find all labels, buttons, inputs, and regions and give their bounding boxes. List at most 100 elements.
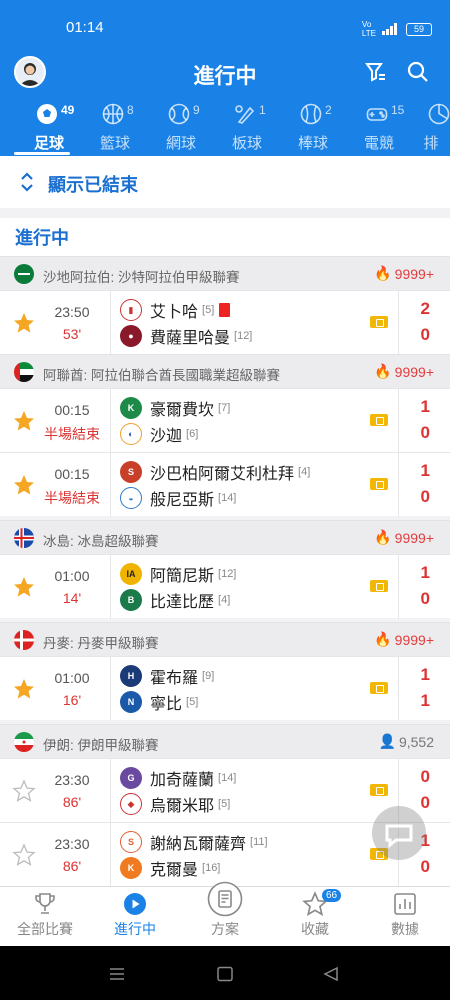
away-team: B 比達比歷 [4] [120, 588, 230, 612]
tab-soccer[interactable]: 49 足球 [16, 100, 82, 153]
nav-favorites[interactable]: 66 收藏 [270, 887, 360, 947]
signal-icon [382, 23, 400, 35]
favorite-star-icon[interactable] [12, 779, 36, 803]
team-name: 比達比歷 [150, 594, 215, 611]
show-finished-toggle[interactable]: 顯示已結束 [0, 156, 450, 208]
chat-bubble-icon [385, 824, 413, 849]
live-video-icon[interactable] [370, 316, 388, 328]
tab-baseball[interactable]: 2 棒球 [280, 100, 346, 153]
nav-live[interactable]: 進行中 [90, 887, 180, 947]
menu-icon[interactable] [108, 966, 126, 982]
live-video-icon[interactable] [370, 580, 388, 592]
tab-label: 網球 [165, 135, 196, 152]
home-team: S 謝納瓦爾薩齊 [11] [120, 830, 268, 854]
team-rank: [11] [250, 836, 268, 848]
live-video-icon[interactable] [370, 682, 388, 694]
divider [398, 453, 399, 517]
team-logo: N [120, 691, 142, 713]
team-logo: K [120, 397, 142, 419]
nav-label: 數據 [391, 921, 419, 937]
match-row[interactable]: 01:00 14' IA 阿簡尼斯 [12] B 比達比歷 [4] 1 0 [0, 554, 450, 619]
heat-value: 9999+ [394, 265, 434, 282]
team-logo: H [120, 665, 142, 687]
team-logo: G [120, 767, 142, 789]
volleyball-icon [428, 103, 450, 125]
league-header[interactable]: 丹麥: 丹麥甲級聯賽 🔥 9999+ [0, 622, 450, 656]
match-minute: 86' [62, 858, 82, 874]
floating-action-button[interactable] [372, 806, 426, 860]
active-tab-indicator [14, 152, 70, 155]
favorite-star-icon[interactable] [12, 843, 36, 867]
match-row[interactable]: 00:15 半場結束 S 沙巴柏阿爾艾利杜拜 [4] ◒ 般尼亞斯 [14] 1… [0, 452, 450, 517]
search-icon[interactable] [406, 60, 430, 89]
tab-basketball[interactable]: 8 籃球 [82, 100, 148, 153]
league-header[interactable]: 伊朗: 伊朗甲級聯賽 👤 9,552 [0, 724, 450, 758]
league-name: 丹麥: 丹麥甲級聯賽 [43, 636, 159, 651]
show-finished-label: 顯示已結束 [48, 175, 138, 195]
tab-count: 2 [325, 103, 332, 117]
tab-count: 49 [61, 103, 75, 117]
heat-value: 9999+ [394, 529, 434, 546]
team-rank: [5] [218, 798, 231, 810]
heat-count: 🔥 9999+ [374, 363, 434, 380]
nav-all-matches[interactable]: 全部比賽 [0, 887, 90, 947]
league-header[interactable]: 沙地阿拉伯: 沙特阿拉伯甲級聯賽 🔥 9999+ [0, 256, 450, 290]
live-video-icon[interactable] [370, 784, 388, 796]
document-icon [207, 881, 243, 917]
favorite-star-icon[interactable] [12, 311, 36, 335]
team-name: 烏爾米耶 [150, 798, 215, 815]
heat-value: 9999+ [394, 631, 434, 648]
away-score: 0 [420, 423, 430, 442]
match-time: 01:00 [54, 568, 90, 584]
home-team: G 加奇薩蘭 [14] [120, 766, 236, 790]
tab-volleyball[interactable]: 排 [412, 100, 450, 153]
favorite-star-icon[interactable] [12, 677, 36, 701]
match-minute: 14' [62, 590, 82, 606]
uae-flag-icon [14, 362, 34, 382]
team-logo: ● [120, 325, 142, 347]
away-team: ◐ 沙迦 [6] [120, 422, 198, 446]
favorite-star-icon[interactable] [12, 409, 36, 433]
nav-label: 收藏 [301, 921, 329, 937]
back-icon[interactable] [322, 966, 340, 982]
away-team: ◆ 烏爾米耶 [5] [120, 792, 230, 816]
match-row[interactable]: 23:50 53' ▮ 艾卜哈 [5] ● 費薩里哈曼 [12] 2 0 [0, 290, 450, 355]
league-header[interactable]: 冰島: 冰島超級聯賽 🔥 9999+ [0, 520, 450, 554]
match-minute: 半場結束 [44, 426, 100, 442]
live-video-icon[interactable] [370, 478, 388, 490]
match-minute: 53' [62, 326, 82, 342]
away-team: ● 費薩里哈曼 [12] [120, 324, 252, 348]
tab-cricket[interactable]: 1 板球 [214, 100, 280, 153]
team-rank: [6] [186, 428, 199, 440]
home-score: 2 [420, 299, 430, 318]
nav-stats[interactable]: 數據 [360, 887, 450, 947]
filter-icon[interactable] [364, 60, 388, 89]
league-header[interactable]: 阿聯酋: 阿拉伯聯合酋長國職業超級聯賽 🔥 9999+ [0, 354, 450, 388]
home-score: 0 [420, 767, 430, 786]
saudi-flag-icon [14, 264, 34, 284]
nav-label: 方案 [211, 921, 239, 937]
tab-label: 棒球 [297, 135, 328, 152]
league-name: 阿聯酋: 阿拉伯聯合酋長國職業超級聯賽 [43, 368, 281, 383]
live-video-icon[interactable] [370, 414, 388, 426]
home-icon[interactable] [216, 966, 234, 982]
favorite-star-icon[interactable] [12, 575, 36, 599]
team-name: 加奇薩蘭 [150, 772, 215, 789]
favorite-star-icon[interactable] [12, 473, 36, 497]
tab-esports[interactable]: 15 電競 [346, 100, 412, 153]
tennis-icon [168, 103, 190, 125]
team-name: 艾卜哈 [150, 304, 199, 321]
tab-tennis[interactable]: 9 網球 [148, 100, 214, 153]
team-name: 阿簡尼斯 [150, 568, 215, 585]
heat-value: 9,552 [398, 733, 434, 750]
match-row[interactable]: 00:15 半場結束 K 豪爾費坎 [7] ◐ 沙迦 [6] 1 0 [0, 388, 450, 453]
nav-plans[interactable]: 方案 [180, 881, 270, 947]
heat-value: 9999+ [394, 363, 434, 380]
fire-icon: 🔥 [374, 529, 392, 545]
away-score: 1 [420, 691, 430, 710]
team-rank: [14] [218, 772, 237, 784]
heat-count: 👤 9,552 [379, 733, 434, 750]
system-nav-bar [0, 946, 450, 1000]
match-row[interactable]: 01:00 16' H 霍布羅 [9] N 寧比 [5] 1 1 [0, 656, 450, 721]
match-time: 00:15 [54, 466, 90, 482]
